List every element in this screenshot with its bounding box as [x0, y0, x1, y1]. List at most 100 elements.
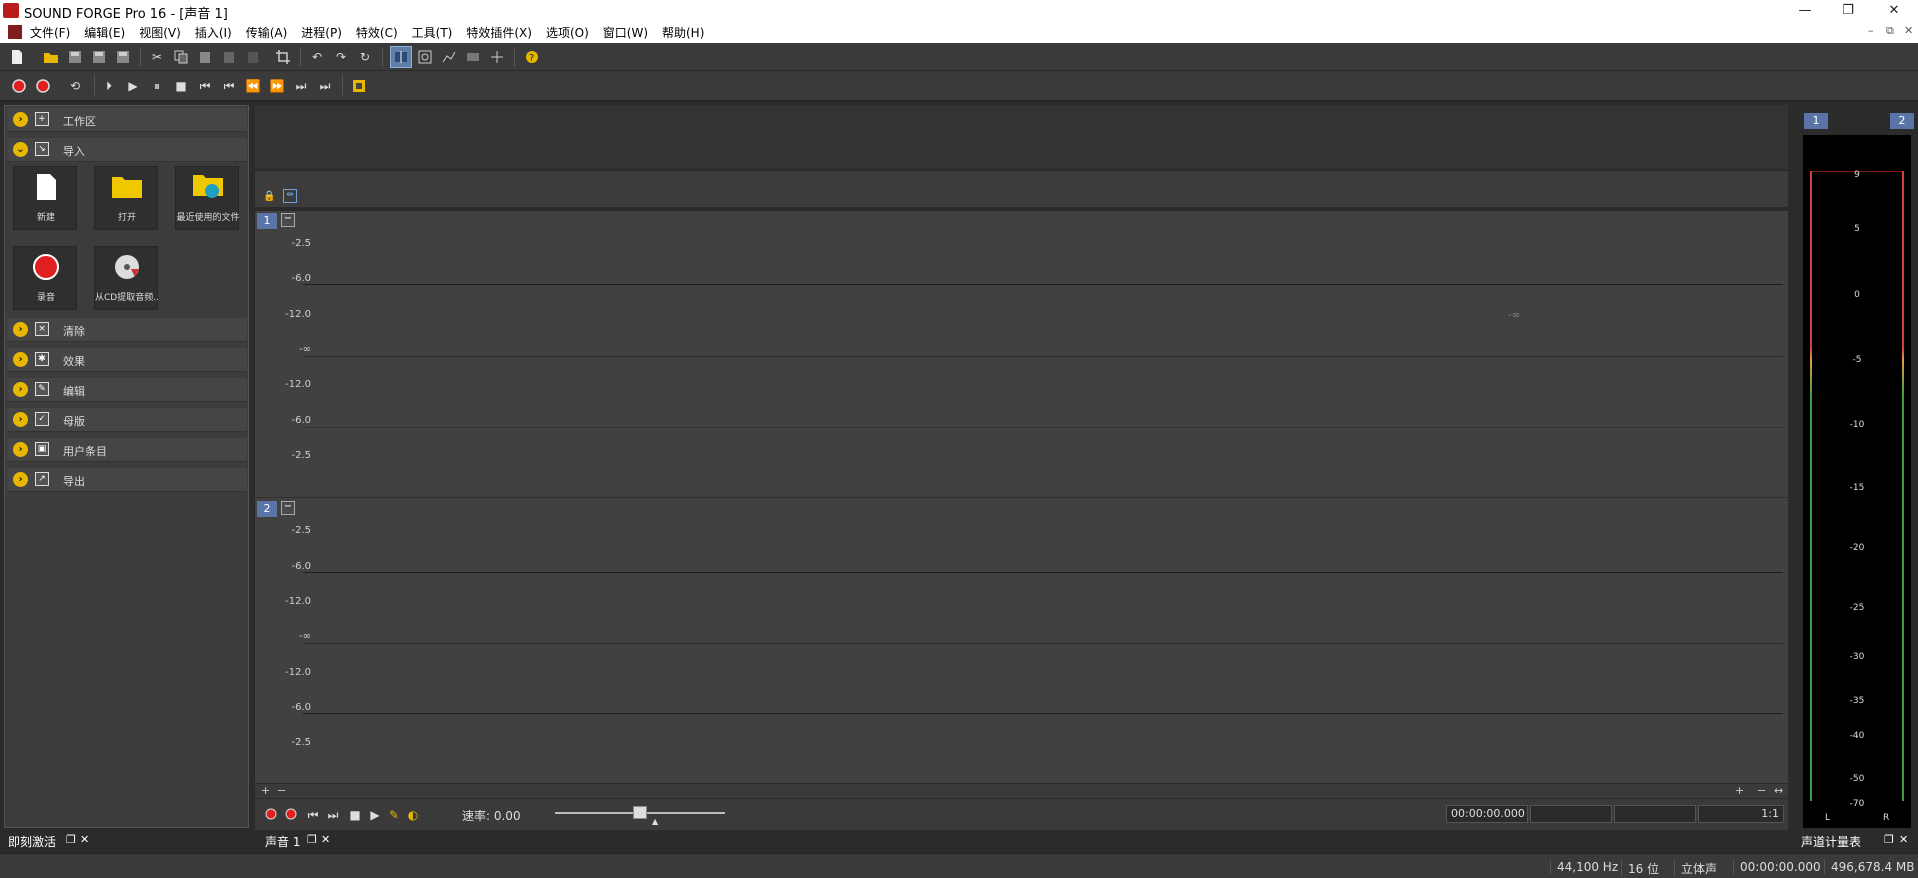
section-master[interactable]: › ✓ 母版 [7, 408, 247, 432]
crop-icon[interactable] [272, 46, 294, 68]
section-import[interactable]: ⌄ ↘ 导入 [7, 138, 247, 162]
playback-rate-slider[interactable]: ▲ [555, 806, 725, 826]
save-as-icon[interactable] [88, 46, 110, 68]
collapse-icon[interactable]: ⌄ [13, 142, 28, 157]
channel-2-collapse-icon[interactable]: − [281, 501, 295, 515]
doc-float-icon[interactable]: ❐ [307, 833, 317, 846]
record-options-icon[interactable] [8, 75, 30, 97]
menu-item[interactable]: 特效插件(X) [466, 24, 532, 41]
document-icon[interactable] [8, 25, 22, 39]
menu-item[interactable]: 编辑(E) [84, 24, 125, 41]
go-to-start-icon[interactable]: ⏮ [305, 807, 321, 823]
meter-channel-2-badge[interactable]: 2 [1890, 113, 1914, 129]
menu-item[interactable]: 文件(F) [30, 24, 70, 41]
maximize-button[interactable]: ❐ [1830, 0, 1866, 21]
slider-thumb[interactable] [633, 806, 647, 819]
go-to-end-icon[interactable]: ⏭ [325, 807, 341, 823]
tile-recent-files[interactable]: 最近使用的文件 [175, 166, 240, 230]
record-options-icon[interactable] [263, 807, 279, 823]
expand-icon[interactable]: › [13, 382, 28, 397]
lock-icon[interactable]: 🔒 [263, 191, 275, 202]
tile-new[interactable]: 新建 [13, 166, 77, 230]
task-pane-tab[interactable]: 即刻激活 ❐ ✕ [0, 830, 253, 850]
redo-icon[interactable]: ↷ [330, 46, 352, 68]
selection-start-field[interactable] [1530, 805, 1612, 823]
expand-icon[interactable]: › [13, 472, 28, 487]
mdi-close-button[interactable]: ✕ [1904, 24, 1913, 37]
menu-item[interactable]: 特效(C) [356, 24, 398, 41]
overview-bar[interactable] [255, 105, 1788, 169]
section-effects[interactable]: › ✱ 效果 [7, 348, 247, 372]
section-edit[interactable]: › ✎ 编辑 [7, 378, 247, 402]
selection-end-field[interactable] [1614, 805, 1696, 823]
doc-close-icon[interactable]: ✕ [321, 833, 330, 846]
go-to-end-icon[interactable]: ⏭ [314, 75, 336, 97]
mixer-icon[interactable] [348, 75, 370, 97]
expand-icon[interactable]: › [13, 322, 28, 337]
zoom-fit-icon[interactable]: ↔ [1774, 784, 1783, 797]
help-icon[interactable]: ? [520, 46, 542, 68]
channel-1-badge[interactable]: 1 [257, 213, 277, 229]
expand-icon[interactable]: › [13, 442, 28, 457]
go-to-start-icon[interactable]: ⏮ [194, 75, 216, 97]
menu-item[interactable]: 工具(T) [412, 24, 453, 41]
play-icon[interactable]: ▶ [122, 75, 144, 97]
section-export[interactable]: › ↗ 导出 [7, 468, 247, 492]
playback-mode-icon[interactable]: ◐ [405, 807, 421, 823]
menu-item[interactable]: 帮助(H) [662, 24, 704, 41]
menu-item[interactable]: 传输(A) [246, 24, 288, 41]
time-ruler[interactable]: 🔒 ⇹ [255, 171, 1788, 207]
paste-crossfade-icon[interactable] [242, 46, 264, 68]
magnify-tool-icon[interactable] [414, 46, 436, 68]
time-zoom-in-button[interactable]: + [1735, 784, 1744, 797]
section-clean[interactable]: › × 清除 [7, 318, 247, 342]
zoom-out-button[interactable]: − [277, 784, 286, 797]
meter-channel-1-badge[interactable]: 1 [1804, 113, 1828, 129]
next-icon[interactable]: ⏭ [290, 75, 312, 97]
edit-tool-icon[interactable] [390, 46, 412, 68]
menu-item[interactable]: 视图(V) [139, 24, 181, 41]
channel-1-collapse-icon[interactable]: − [281, 213, 295, 227]
document-tab[interactable]: 声音 1 ❐ ✕ [255, 830, 375, 850]
record-icon[interactable] [283, 807, 299, 823]
cut-icon[interactable]: ✂ [146, 46, 168, 68]
status-channels[interactable]: 立体声 [1674, 860, 1717, 877]
loop-icon[interactable]: ⟲ [64, 75, 86, 97]
pane-close-icon[interactable]: ✕ [80, 833, 89, 846]
cursor-time-field[interactable]: 00:00:00.000 [1446, 805, 1528, 823]
close-button[interactable]: ✕ [1876, 0, 1912, 21]
section-user-items[interactable]: › ▣ 用户条目 [7, 438, 247, 462]
expand-icon[interactable]: › [13, 352, 28, 367]
event-tool-icon[interactable] [486, 46, 508, 68]
forward-icon[interactable]: ⏩ [266, 75, 288, 97]
record-icon[interactable] [32, 75, 54, 97]
previous-icon[interactable]: ⏮ [218, 75, 240, 97]
save-all-icon[interactable] [112, 46, 134, 68]
mdi-restore-button[interactable]: ⧉ [1886, 24, 1894, 38]
tile-open[interactable]: 打开 [94, 166, 158, 230]
meter-tab[interactable]: 声道计量表 ❐ ✕ [1797, 830, 1918, 850]
zoom-in-button[interactable]: + [261, 784, 270, 797]
paste-icon[interactable] [194, 46, 216, 68]
tile-record[interactable]: 录音 [13, 246, 77, 310]
open-folder-icon[interactable] [40, 46, 62, 68]
mix-paste-icon[interactable] [218, 46, 240, 68]
menu-item[interactable]: 插入(I) [195, 24, 232, 41]
menu-item[interactable]: 选项(O) [546, 24, 589, 41]
repeat-icon[interactable]: ↻ [354, 46, 376, 68]
rewind-icon[interactable]: ⏪ [242, 75, 264, 97]
waveform-view[interactable]: 1 − -2.5 -6.0 -12.0 -∞ -12.0 -6.0 -2.5 2… [255, 211, 1788, 783]
copy-icon[interactable] [170, 46, 192, 68]
channel-2-badge[interactable]: 2 [257, 501, 277, 517]
save-icon[interactable] [64, 46, 86, 68]
scrub-icon[interactable]: ✎ [386, 807, 402, 823]
time-zoom-out-button[interactable]: − [1757, 784, 1766, 797]
expand-icon[interactable]: › [13, 112, 28, 127]
meter-close-icon[interactable]: ✕ [1899, 833, 1908, 846]
status-sample-rate[interactable]: 44,100 Hz [1550, 860, 1618, 874]
zoom-ratio-field[interactable]: 1:1 [1698, 805, 1784, 823]
menu-item[interactable]: 窗口(W) [603, 24, 648, 41]
envelope-tool-icon[interactable] [438, 46, 460, 68]
status-bit-depth[interactable]: 16 位 [1621, 860, 1659, 877]
menu-item[interactable]: 进程(P) [301, 24, 342, 41]
